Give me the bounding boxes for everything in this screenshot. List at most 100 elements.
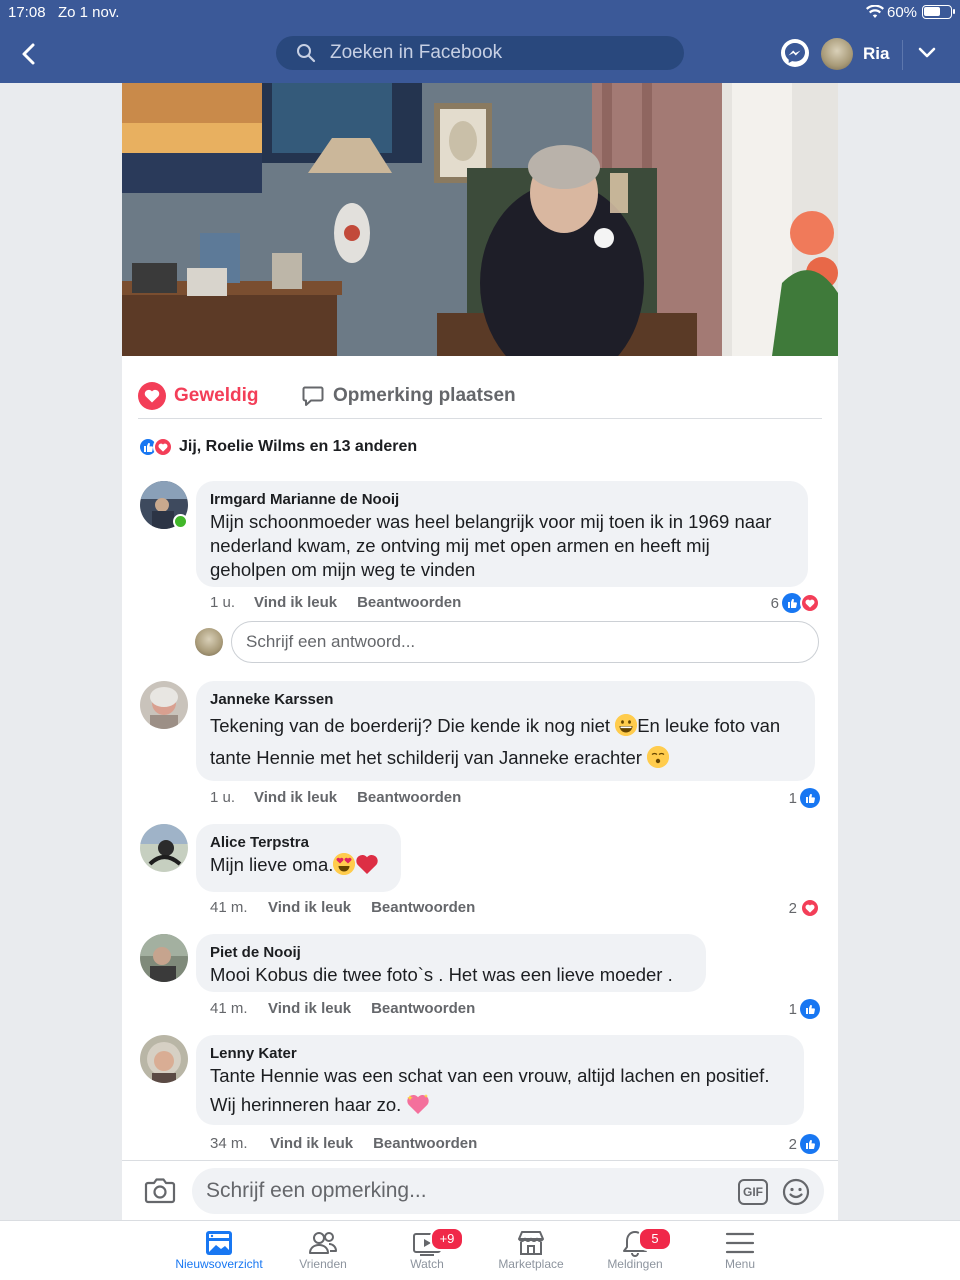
comment-like-button[interactable]: Vind ik leuk — [268, 899, 351, 916]
like-reaction-icon — [782, 593, 802, 613]
like-reaction-icon — [800, 1134, 820, 1154]
search-icon — [297, 44, 316, 63]
nav-label: Vrienden — [299, 1257, 347, 1271]
comment-reply-button[interactable]: Beantwoorden — [373, 1135, 477, 1152]
reaction-count: 1 — [788, 1000, 797, 1018]
nav-label: Meldingen — [607, 1257, 663, 1271]
comment-bubble[interactable]: Alice Terpstra Mijn lieve oma. — [196, 824, 401, 892]
status-time: 17:08 — [8, 4, 46, 21]
commenter-avatar[interactable] — [140, 681, 188, 729]
comment-author[interactable]: Alice Terpstra — [210, 833, 387, 853]
comment-author[interactable]: Irmgard Marianne de Nooij — [210, 490, 794, 510]
comment-time[interactable]: 41 m. — [210, 899, 268, 916]
comment-like-button[interactable]: Vind ik leuk — [268, 1000, 351, 1017]
messenger-icon[interactable] — [780, 38, 810, 68]
comment-reaction-count[interactable]: 2 — [789, 898, 820, 918]
nav-label: Nieuwsoverzicht — [175, 1257, 263, 1271]
camera-icon[interactable] — [144, 1175, 176, 1205]
nav-menu[interactable]: Menu — [685, 1221, 795, 1280]
comment-bubble[interactable]: Lenny Kater Tante Hennie was een schat v… — [196, 1035, 804, 1125]
comment-text-line: geholpen om mijn weg te vinden — [210, 559, 476, 580]
search-input[interactable] — [330, 40, 670, 66]
comment-time[interactable]: 1 u. — [210, 789, 254, 806]
comment-reply-button[interactable]: Beantwoorden — [371, 899, 475, 916]
status-bar: 17:08 Zo 1 nov. 60% — [0, 0, 960, 24]
comment-time[interactable]: 41 m. — [210, 1000, 268, 1017]
battery-icon — [922, 5, 955, 19]
comment-bubble[interactable]: Janneke Karssen Tekening van de boerderi… — [196, 681, 815, 781]
comment-button[interactable]: Opmerking plaatsen — [302, 379, 516, 413]
back-arrow-icon[interactable] — [16, 40, 44, 68]
reaction-count: 6 — [770, 594, 779, 612]
nav-watch[interactable]: +9 Watch — [372, 1221, 482, 1280]
nav-friends[interactable]: Vrienden — [268, 1221, 378, 1280]
nav-marketplace[interactable]: Marketplace — [476, 1221, 586, 1280]
comment-reaction-count[interactable]: 2 — [789, 1134, 820, 1154]
comment-time[interactable]: 34 m. — [210, 1135, 270, 1152]
comment-text: tante Hennie met het schilderij van Jann… — [210, 747, 648, 768]
comment-reaction-count[interactable]: 1 — [789, 999, 820, 1019]
red-heart-emoji-icon — [355, 853, 379, 875]
profile-name[interactable]: Ria — [863, 44, 889, 64]
own-avatar — [195, 628, 223, 656]
love-reaction-button[interactable]: Geweldig — [138, 379, 258, 413]
notifications-badge: 5 — [638, 1227, 672, 1251]
gif-button[interactable]: GIF — [738, 1179, 768, 1205]
comment-text-line: Tekening van de boerderij? Die kende ik … — [210, 710, 801, 742]
comment-text: En leuke foto van — [637, 715, 781, 736]
comment-author[interactable]: Janneke Karssen — [210, 690, 801, 710]
sparkling-heart-emoji-icon — [406, 1092, 430, 1114]
heart-eyes-emoji-icon — [333, 853, 356, 875]
comment-time[interactable]: 1 u. — [210, 594, 254, 611]
commenter-avatar[interactable] — [140, 1035, 188, 1083]
comment-text: Tante Hennie was een schat van een vrouw… — [210, 1065, 770, 1086]
comment-text-line: Mijn lieve oma. — [210, 853, 387, 877]
comment-meta: 34 m. Vind ik leuk Beantwoorden — [210, 1135, 477, 1152]
reply-input[interactable] — [231, 621, 819, 663]
watch-badge: +9 — [430, 1227, 464, 1251]
comment-reply-button[interactable]: Beantwoorden — [357, 789, 461, 806]
post-photo[interactable] — [122, 83, 838, 356]
reactions-summary[interactable]: Jij, Roelie Wilms en 13 anderen — [138, 435, 417, 459]
reactions-text: Jij, Roelie Wilms en 13 anderen — [179, 438, 418, 455]
menu-icon — [725, 1232, 755, 1254]
love-reaction-icon — [800, 593, 820, 613]
nav-label: Watch — [410, 1257, 444, 1271]
comment-meta: 41 m. Vind ik leuk Beantwoorden — [210, 899, 475, 916]
commenter-avatar[interactable] — [140, 934, 188, 982]
comment-like-button[interactable]: Vind ik leuk — [270, 1135, 353, 1152]
comment-reaction-count[interactable]: 1 — [789, 788, 820, 808]
comment-bubble[interactable]: Irmgard Marianne de Nooij Mijn schoonmoe… — [196, 481, 808, 587]
bottom-navigation: Nieuwsoverzicht Vrienden +9 Watch Market… — [0, 1220, 960, 1280]
comment-author[interactable]: Lenny Kater — [210, 1044, 790, 1064]
wifi-icon — [866, 5, 884, 18]
commenter-avatar[interactable] — [140, 824, 188, 872]
comment-reply-button[interactable]: Beantwoorden — [371, 1000, 475, 1017]
comment-like-button[interactable]: Vind ik leuk — [254, 594, 337, 611]
nav-label: Menu — [724, 1257, 756, 1271]
battery-percent: 60% — [887, 4, 918, 21]
comment-author[interactable]: Piet de Nooij — [210, 943, 692, 963]
emoji-picker-icon[interactable] — [782, 1178, 810, 1206]
nav-news-feed[interactable]: Nieuwsoverzicht — [164, 1221, 274, 1280]
comment-reply-button[interactable]: Beantwoorden — [357, 594, 461, 611]
comment-meta: 1 u. Vind ik leuk Beantwoorden — [210, 594, 461, 611]
comment-text: Mijn lieve oma. — [210, 854, 334, 875]
comment-text: Tekening van de boerderij? Die kende ik … — [210, 715, 616, 736]
comment-reaction-count[interactable]: 6 — [771, 593, 820, 613]
love-reaction-icon — [153, 437, 173, 457]
profile-avatar[interactable] — [821, 38, 853, 70]
nav-notifications[interactable]: 5 Meldingen — [580, 1221, 690, 1280]
comment-text: Wij herinneren haar zo. — [210, 1094, 407, 1115]
search-bar[interactable] — [276, 36, 684, 70]
comment-label: Opmerking plaatsen — [333, 385, 516, 406]
comment-like-button[interactable]: Vind ik leuk — [254, 789, 337, 806]
comment-bubble[interactable]: Piet de Nooij Mooi Kobus die twee foto`s… — [196, 934, 706, 992]
comment-input[interactable] — [206, 1176, 716, 1206]
comment-item: Alice Terpstra Mijn lieve oma. 41 m. Vin… — [140, 824, 820, 924]
comment-text-line: Mijn schoonmoeder was heel belangrijk vo… — [210, 511, 772, 532]
comment-text-line: Wij herinneren haar zo. — [210, 1088, 790, 1122]
chevron-down-icon[interactable] — [916, 44, 938, 62]
comment-input-container[interactable]: GIF — [192, 1168, 824, 1214]
friends-icon — [309, 1232, 337, 1254]
